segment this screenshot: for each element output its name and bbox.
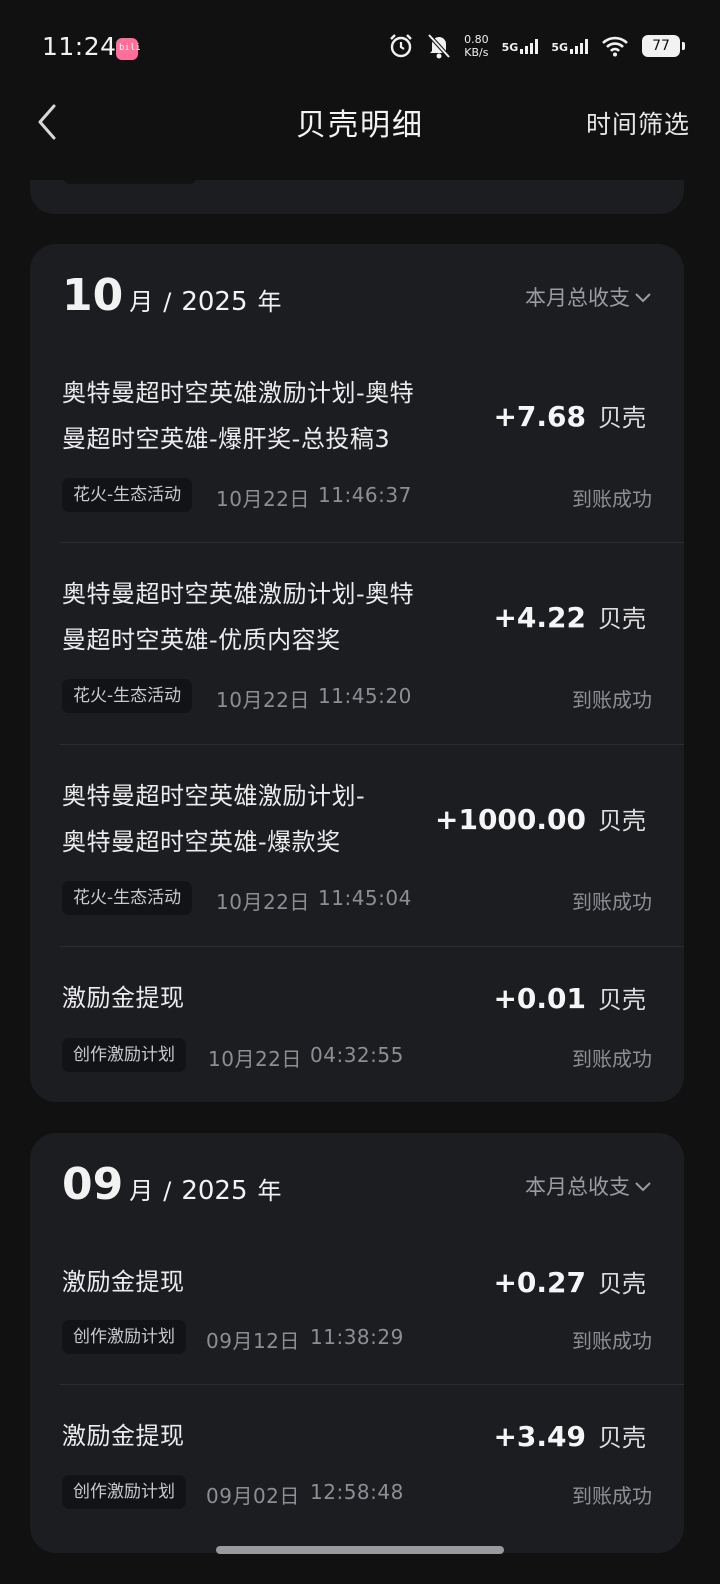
time-filter-button[interactable]: 时间筛选 [586, 105, 690, 141]
transaction-amount: +3.49 贝壳 [493, 1418, 646, 1453]
transaction-amount: +4.22 贝壳 [493, 599, 646, 634]
home-indicator[interactable] [216, 1546, 504, 1554]
transaction-status: 到账成功 [572, 487, 652, 511]
amount-value: +0.27 [493, 1266, 586, 1299]
transaction-amount: +7.68 贝壳 [493, 398, 646, 433]
app-badge-text: bili [119, 43, 141, 53]
transaction-date: 10月22日 [216, 487, 310, 511]
transaction-amount: +1000.00 贝壳 [435, 801, 646, 836]
month-summary-button[interactable]: 本月总收支 [525, 282, 652, 312]
transaction-amount: +0.01 贝壳 [493, 980, 646, 1015]
chevron-down-icon [635, 293, 651, 303]
transaction-time: 04:32:55 [310, 1043, 404, 1067]
transaction-row[interactable]: 奥特曼超时空英雄激励计划-奥特 曼超时空英雄-优质内容奖 +4.22 贝壳 花火… [60, 543, 684, 745]
amount-value: +4.22 [493, 601, 586, 634]
source-tag: 花火-生态活动 [62, 478, 193, 512]
transaction-title: 激励金提现 [62, 1422, 185, 1450]
year-number: 2025 [181, 1176, 248, 1206]
amount-unit: 贝壳 [598, 404, 646, 432]
transaction-amount: +0.27 贝壳 [493, 1264, 646, 1299]
transaction-title: 奥特曼超时空英雄激励计划-奥特 曼超时空英雄-爆肝奖-总投稿3 [62, 379, 415, 453]
signal-2: 5G [551, 38, 588, 54]
amount-value: +7.68 [493, 400, 586, 433]
year-unit: 年 [257, 288, 282, 316]
transaction-status: 到账成功 [572, 688, 652, 712]
month-summary-label: 本月总收支 [525, 286, 630, 310]
alarm-icon [390, 34, 412, 58]
transaction-row[interactable]: 激励金提现 +0.01 贝壳 创作激励计划 10月22日 04:32:55 到账… [60, 947, 684, 1097]
source-tag: 创作激励计划 [62, 1475, 186, 1509]
transaction-date: 10月22日 [216, 688, 310, 712]
transaction-row[interactable]: 奥特曼超时空英雄激励计划- 奥特曼超时空英雄-爆款奖 +1000.00 贝壳 花… [60, 745, 684, 947]
amount-value: +1000.00 [435, 803, 586, 836]
transaction-title: 激励金提现 [62, 1268, 185, 1296]
transaction-row[interactable]: 奥特曼超时空英雄激励计划-奥特 曼超时空英雄-爆肝奖-总投稿3 +7.68 贝壳… [60, 354, 684, 543]
transaction-date: 09月12日 [206, 1329, 300, 1353]
month-header: 09 月 / 2025 年 [62, 1159, 282, 1210]
month-header: 10 月 / 2025 年 [62, 270, 282, 321]
amount-unit: 贝壳 [598, 1270, 646, 1298]
amount-value: +0.01 [493, 982, 586, 1015]
status-icons: 0.80 KB/s 5G 5G 77 [388, 33, 685, 59]
transaction-time: 11:45:20 [318, 684, 412, 708]
year-number: 2025 [181, 287, 248, 317]
amount-unit: 贝壳 [598, 1424, 646, 1452]
wifi-icon [602, 36, 628, 57]
month-summary-button[interactable]: 本月总收支 [525, 1171, 652, 1201]
network-type-2: 5G [551, 40, 568, 54]
month-number: 09 [62, 1159, 124, 1210]
month-separator: / [163, 288, 172, 316]
month-summary-label: 本月总收支 [525, 1175, 630, 1199]
mute-icon [427, 33, 451, 59]
month-card-september: 09 月 / 2025 年 本月总收支 激励金提现 +0.27 贝壳 创作激励计… [30, 1133, 684, 1553]
bilibili-app-icon: bili [116, 38, 141, 60]
status-bar: 11:24 bili 0.80 KB/s 5G 5G 77 [0, 0, 720, 90]
transaction-row[interactable]: 激励金提现 +0.27 贝壳 创作激励计划 09月12日 11:38:29 到账… [60, 1243, 684, 1385]
transaction-title: 奥特曼超时空英雄激励计划-奥特 曼超时空英雄-优质内容奖 [62, 580, 415, 654]
month-unit: 月 [129, 288, 154, 316]
transaction-date: 09月02日 [206, 1484, 300, 1508]
battery-indicator: 77 [642, 35, 685, 57]
transaction-time: 11:38:29 [310, 1325, 404, 1349]
network-speed-unit: KB/s [464, 46, 489, 59]
transaction-status: 到账成功 [572, 1047, 652, 1071]
transaction-date: 10月22日 [216, 890, 310, 914]
transaction-date: 10月22日 [208, 1047, 302, 1071]
amount-unit: 贝壳 [598, 807, 646, 835]
signal-bars-icon [520, 38, 539, 54]
transaction-status: 到账成功 [572, 890, 652, 914]
month-number: 10 [62, 270, 124, 321]
signal-bars-icon [570, 38, 588, 54]
amount-unit: 贝壳 [598, 605, 646, 633]
amount-unit: 贝壳 [598, 986, 646, 1014]
source-tag: 创作激励计划 [62, 1320, 186, 1354]
source-tag: 花火-生态活动 [62, 679, 193, 713]
transaction-title: 激励金提现 [62, 984, 185, 1012]
transaction-time: 11:46:37 [318, 483, 412, 507]
month-card-october: 10 月 / 2025 年 本月总收支 奥特曼超时空英雄激励计划-奥特 曼超时空… [30, 244, 684, 1102]
transaction-title: 奥特曼超时空英雄激励计划- 奥特曼超时空英雄-爆款奖 [62, 782, 366, 856]
source-tag: 花火-生态活动 [62, 881, 193, 915]
network-speed-value: 0.80 [464, 33, 489, 46]
nav-bar: 贝壳明细 时间筛选 [0, 90, 720, 180]
network-type-1: 5G [501, 40, 519, 54]
transaction-time: 11:45:04 [318, 886, 412, 910]
transaction-status: 到账成功 [572, 1484, 652, 1508]
signal-1: 5G [501, 38, 539, 54]
month-separator: / [163, 1177, 172, 1205]
amount-value: +3.49 [493, 1420, 586, 1453]
transaction-row[interactable]: 激励金提现 +3.49 贝壳 创作激励计划 09月02日 12:58:48 到账… [60, 1385, 684, 1535]
chevron-down-icon [635, 1182, 651, 1192]
year-unit: 年 [257, 1177, 282, 1205]
transaction-time: 12:58:48 [310, 1480, 404, 1504]
transaction-status: 到账成功 [572, 1329, 652, 1353]
month-unit: 月 [129, 1177, 154, 1205]
status-time: 11:24 [42, 32, 117, 61]
source-tag: 创作激励计划 [62, 1038, 186, 1072]
network-speed: 0.80 KB/s [464, 33, 489, 59]
